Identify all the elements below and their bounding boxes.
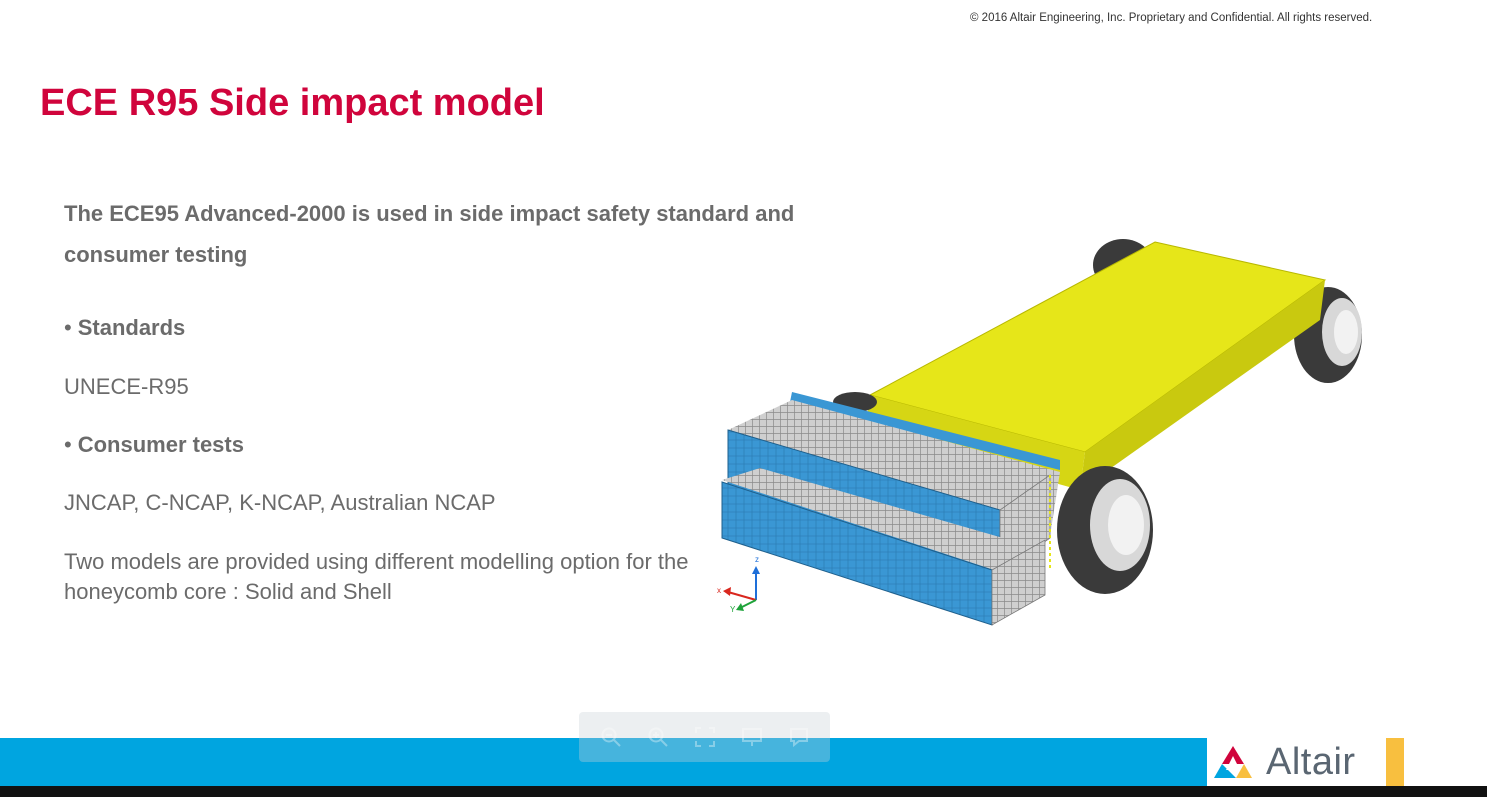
logo-accent-bar <box>1386 738 1404 786</box>
bullet-dot-icon: • <box>64 315 72 340</box>
slide-title: ECE R95 Side impact model <box>40 82 545 124</box>
fit-screen-icon <box>694 727 715 747</box>
bullet-standards: • Standards <box>64 315 185 341</box>
barrier-model-svg: z x Y <box>717 239 1362 626</box>
zoom-out-button[interactable] <box>598 724 624 750</box>
logo-wordmark: Altair <box>1266 740 1356 783</box>
bullet-heading: Standards <box>77 315 186 340</box>
bullet-consumer-tests: • Consumer tests <box>64 432 244 458</box>
slide: © 2016 Altair Engineering, Inc. Propriet… <box>0 0 1487 797</box>
zoom-in-button[interactable] <box>645 724 671 750</box>
triad-y-label: Y <box>730 605 736 614</box>
fit-screen-button[interactable] <box>692 724 718 750</box>
standards-value: UNECE-R95 <box>64 374 189 399</box>
consumer-tests-value: JNCAP, C-NCAP, K-NCAP, Australian NCAP <box>64 490 496 515</box>
comment-button[interactable] <box>786 724 812 750</box>
copyright-notice: © 2016 Altair Engineering, Inc. Propriet… <box>970 12 1373 24</box>
barrier-model-figure: z x Y <box>700 220 1400 640</box>
bullet-heading: Consumer tests <box>77 432 244 457</box>
zoom-in-icon <box>648 727 668 747</box>
altair-triangle-icon <box>1214 746 1252 778</box>
comment-icon <box>789 728 808 748</box>
models-note: Two models are provided using different … <box>64 549 689 604</box>
triad-x-label: x <box>717 586 721 595</box>
viewer-toolbar <box>579 712 830 762</box>
triad-z-label: z <box>755 555 759 564</box>
present-button[interactable] <box>739 724 765 750</box>
bullet-dot-icon: • <box>64 432 72 457</box>
front-right-wheel <box>1057 466 1153 594</box>
coordinate-triad: z x Y <box>717 555 760 614</box>
bottom-strip <box>0 786 1487 797</box>
present-icon <box>741 728 762 746</box>
zoom-out-icon <box>601 727 621 747</box>
altair-logo: Altair <box>1210 738 1410 786</box>
